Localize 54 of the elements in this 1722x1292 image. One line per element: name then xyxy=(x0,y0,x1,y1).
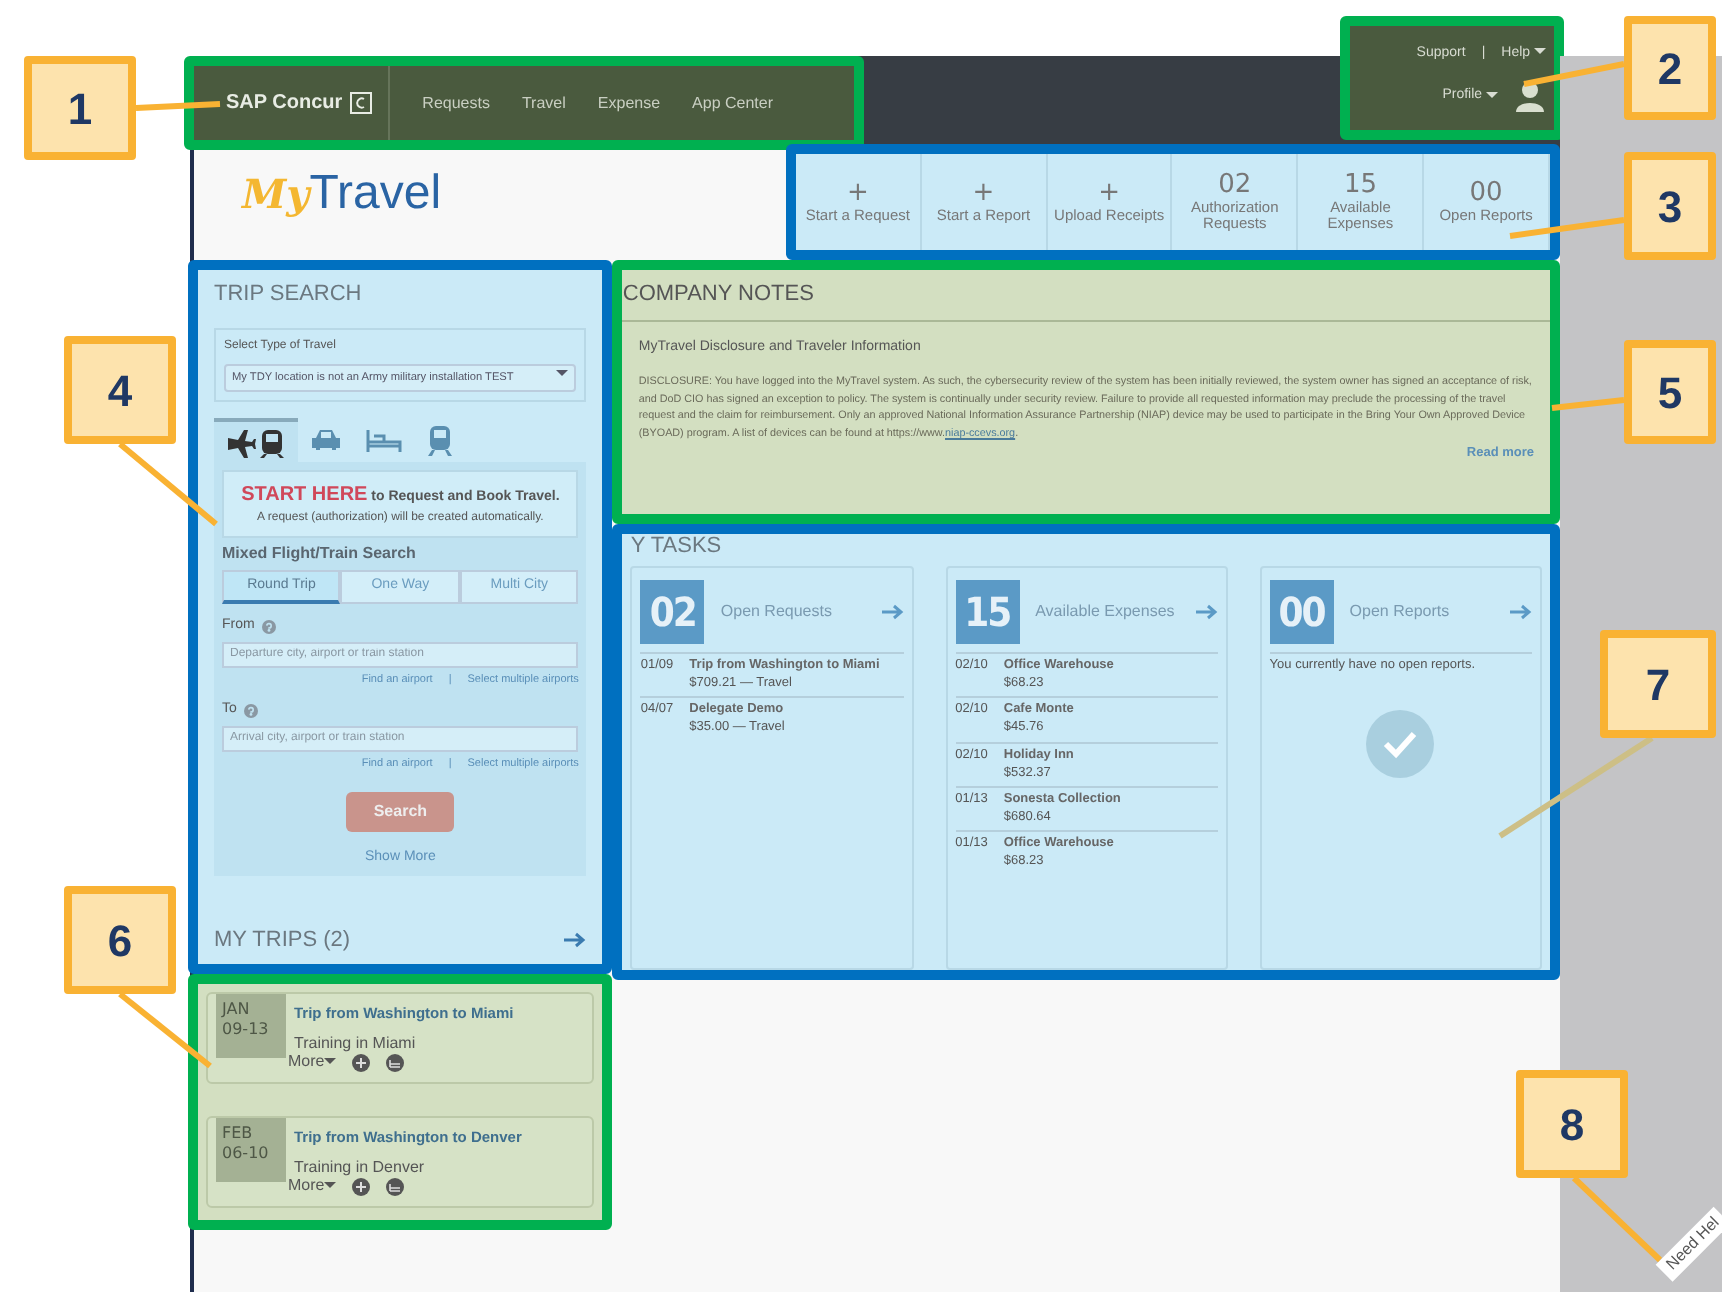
plane-train-icon xyxy=(226,425,286,458)
nav-link[interactable]: App Center xyxy=(692,91,774,115)
callout-number: 5 xyxy=(1624,340,1716,444)
callout-number: 3 xyxy=(1624,152,1716,260)
section-title: Y TASKS xyxy=(630,536,724,558)
callout-number: 6 xyxy=(64,886,176,994)
train-icon xyxy=(426,423,454,456)
mytravel-logo: MyTravel xyxy=(239,164,442,224)
brand-name[interactable]: SAP Concur xyxy=(226,88,343,118)
nav-link[interactable]: Travel xyxy=(521,91,566,115)
help-icon xyxy=(244,703,259,718)
callout-number: 2 xyxy=(1624,16,1716,120)
more-menu[interactable]: More xyxy=(288,1174,337,1198)
card-title[interactable]: Open Requests xyxy=(720,600,864,624)
callout-number: 8 xyxy=(1516,1070,1628,1178)
section-title: TRIP SEARCH xyxy=(214,280,364,310)
search-heading: Mixed Flight/Train Search xyxy=(222,541,418,566)
callout-number: 7 xyxy=(1600,630,1716,738)
section-title: MY TRIPS (2) xyxy=(214,925,351,955)
nav-link[interactable]: Expense xyxy=(597,91,661,115)
count-badge: 15 xyxy=(955,580,1020,644)
callout-number: 4 xyxy=(64,336,176,444)
trip-date: FEB 06-10 xyxy=(216,1118,286,1182)
leader-line xyxy=(1551,397,1625,411)
card-title[interactable]: Open Reports xyxy=(1349,600,1492,624)
section-title: COMPANY NOTES xyxy=(622,270,1550,321)
leader-line xyxy=(135,101,221,111)
trip-date: JAN 09-13 xyxy=(216,994,286,1058)
nav-link[interactable]: Requests xyxy=(422,91,490,115)
leader-line xyxy=(118,991,212,1069)
leader-line xyxy=(1571,1175,1663,1263)
logo-icon xyxy=(350,92,373,114)
trip-subtitle: Training in Denver xyxy=(294,1156,427,1179)
leader-line xyxy=(1523,61,1625,87)
add-icon[interactable] xyxy=(352,1053,371,1071)
callout-number: 1 xyxy=(24,56,136,160)
leader-line xyxy=(118,441,218,527)
search-button[interactable]: Search xyxy=(346,791,455,832)
arrow-icon[interactable] xyxy=(1508,604,1532,620)
card-title[interactable]: Available Expenses xyxy=(1035,600,1178,624)
user-avatar-icon[interactable] xyxy=(1514,80,1546,113)
add-icon[interactable] xyxy=(352,1177,371,1195)
count-badge: 00 xyxy=(1269,580,1334,644)
trip-subtitle: Training in Miami xyxy=(294,1032,418,1055)
bed-icon[interactable] xyxy=(386,1053,405,1071)
arrow-icon[interactable] xyxy=(879,604,904,620)
count-badge: 02 xyxy=(640,580,705,644)
travel-mode-tab[interactable] xyxy=(214,417,298,462)
arrow-icon[interactable] xyxy=(1193,604,1218,620)
bed-icon[interactable] xyxy=(386,1177,405,1195)
more-menu[interactable]: More xyxy=(288,1050,337,1074)
check-icon xyxy=(1366,710,1435,779)
arrow-icon[interactable] xyxy=(562,931,587,948)
help-icon xyxy=(262,620,277,635)
